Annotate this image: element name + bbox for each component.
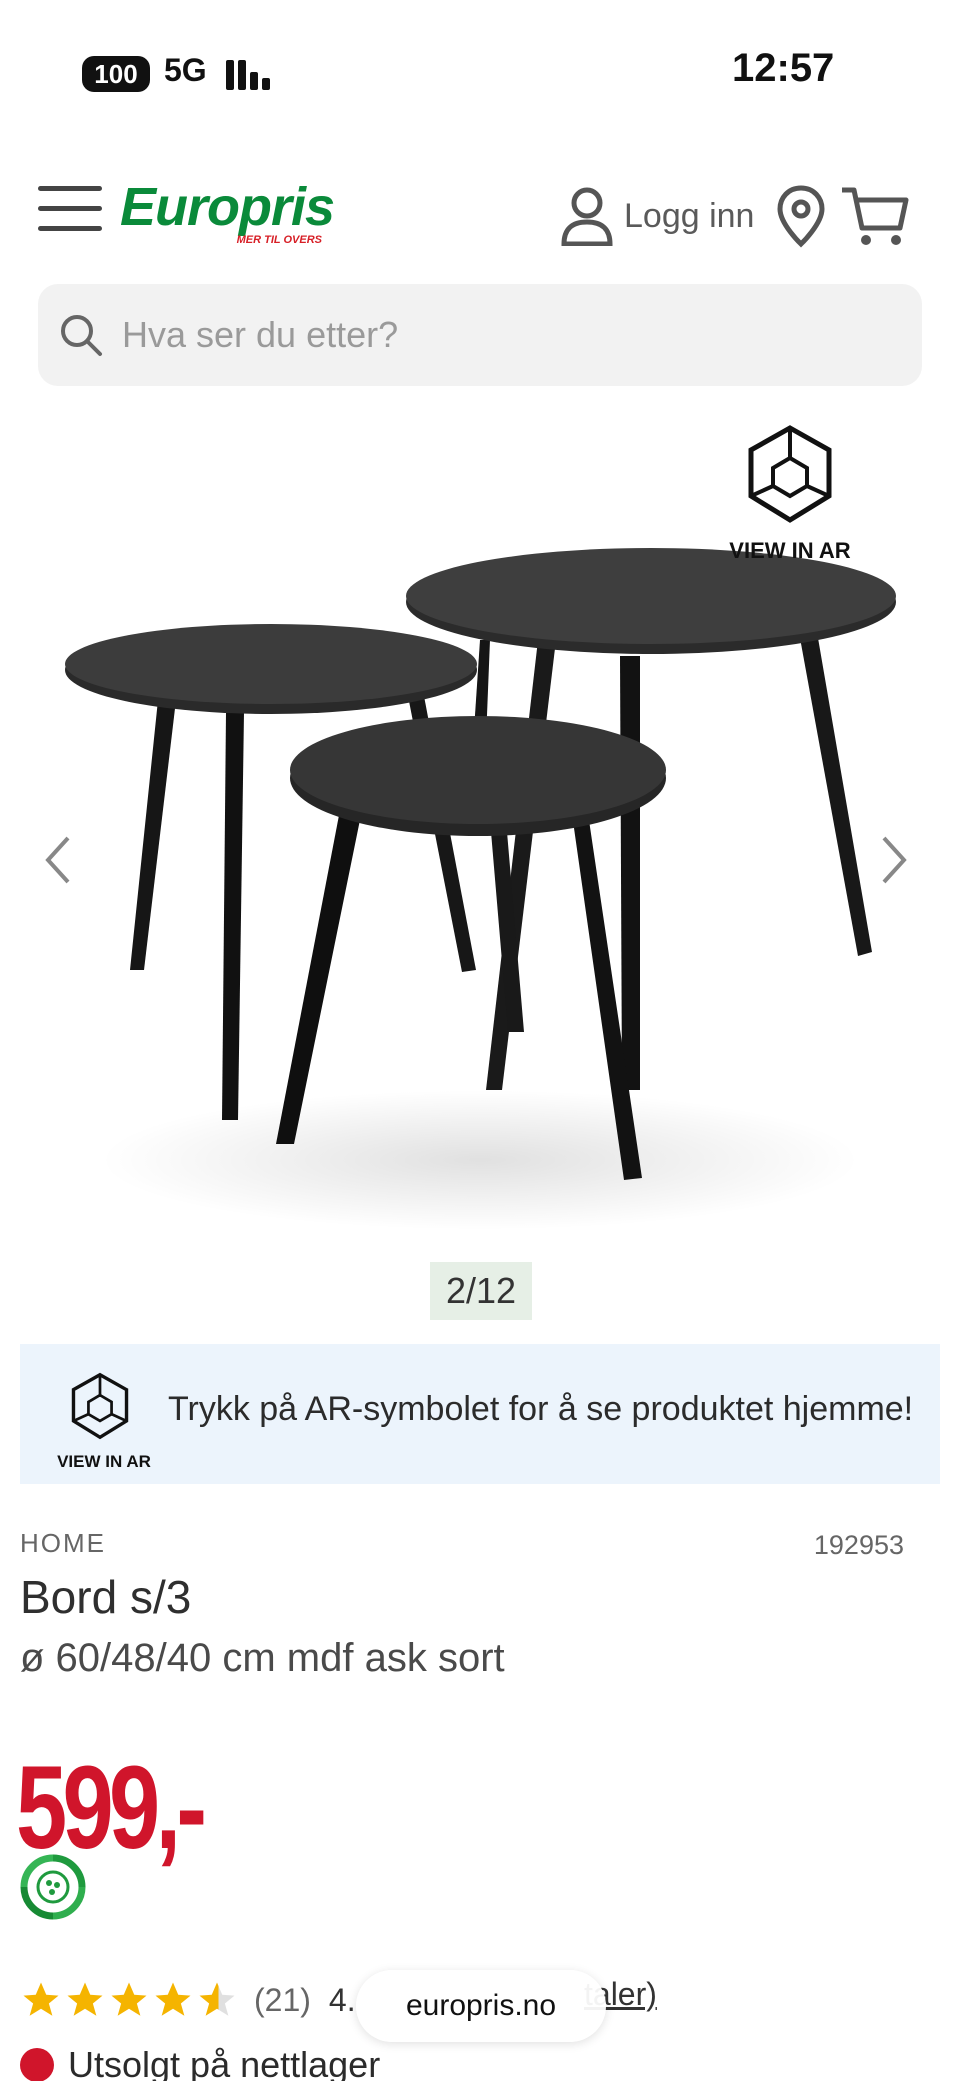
- cart-icon[interactable]: [840, 184, 910, 248]
- browser-url-pill[interactable]: europris.no: [356, 1970, 606, 2042]
- image-counter: 2/12: [430, 1262, 532, 1320]
- search-icon: [61, 315, 102, 356]
- stock-status-text: Utsolgt på nettlager: [68, 2044, 381, 2081]
- status-bar: 100 5G 12:57: [0, 0, 960, 140]
- ar-banner-text: Trykk på AR-symbolet for å se produktet …: [168, 1390, 914, 1428]
- star-full-icon: [23, 1982, 59, 2016]
- eco-recycle-icon: [20, 1854, 86, 1920]
- europris-logo[interactable]: Europris MER TIL OVERS: [120, 176, 335, 248]
- stock-status: Utsolgt på nettlager: [20, 2044, 380, 2081]
- ar-cube-icon: [748, 425, 832, 523]
- star-full-icon: [155, 1982, 191, 2016]
- star-full-icon: [111, 1982, 147, 2016]
- ar-cube-icon: [71, 1372, 129, 1440]
- product-image-gallery[interactable]: VIEW IN AR 2/12: [0, 400, 960, 1340]
- signal-icon: [226, 56, 274, 90]
- ar-banner-label: VIEW IN AR: [57, 1452, 151, 1471]
- login-button[interactable]: Logg inn: [560, 184, 754, 248]
- rating-score: 4.: [328, 1981, 356, 2018]
- logo-tagline: MER TIL OVERS: [236, 234, 322, 246]
- rating-stars: [20, 1979, 238, 2021]
- product-title: Bord s/3: [20, 1571, 192, 1623]
- stock-status-dot: [20, 2048, 54, 2081]
- user-icon: [561, 187, 613, 246]
- status-time: 12:57: [732, 46, 835, 90]
- chevron-left-icon[interactable]: [38, 830, 78, 890]
- search-bar[interactable]: Hva ser du etter?: [38, 284, 922, 386]
- location-pin-icon[interactable]: [776, 184, 826, 248]
- rating-count: (21): [254, 1981, 311, 2018]
- logo-text: Europris: [120, 177, 335, 237]
- ar-label: VIEW IN AR: [729, 538, 851, 563]
- product-brand[interactable]: HOME: [20, 1528, 106, 1559]
- star-half-icon: [199, 1982, 235, 2016]
- product-sku: 192953: [813, 1530, 904, 1560]
- search-placeholder: Hva ser du etter?: [122, 314, 399, 355]
- site-header: Europris MER TIL OVERS Logg inn: [0, 170, 960, 260]
- product-rating[interactable]: (21) 4.: [20, 1976, 356, 2024]
- view-in-ar-button[interactable]: VIEW IN AR: [720, 424, 860, 574]
- menu-icon[interactable]: [38, 184, 102, 232]
- network-type: 5G: [164, 52, 207, 88]
- product-subtitle: ø 60/48/40 cm mdf ask sort: [20, 1636, 505, 1680]
- ar-info-banner[interactable]: VIEW IN AR Trykk på AR-symbolet for å se…: [20, 1344, 940, 1484]
- chevron-right-icon[interactable]: [874, 830, 914, 890]
- login-label: Logg inn: [624, 196, 755, 235]
- star-full-icon: [67, 1982, 103, 2016]
- battery-indicator: 100: [82, 56, 150, 92]
